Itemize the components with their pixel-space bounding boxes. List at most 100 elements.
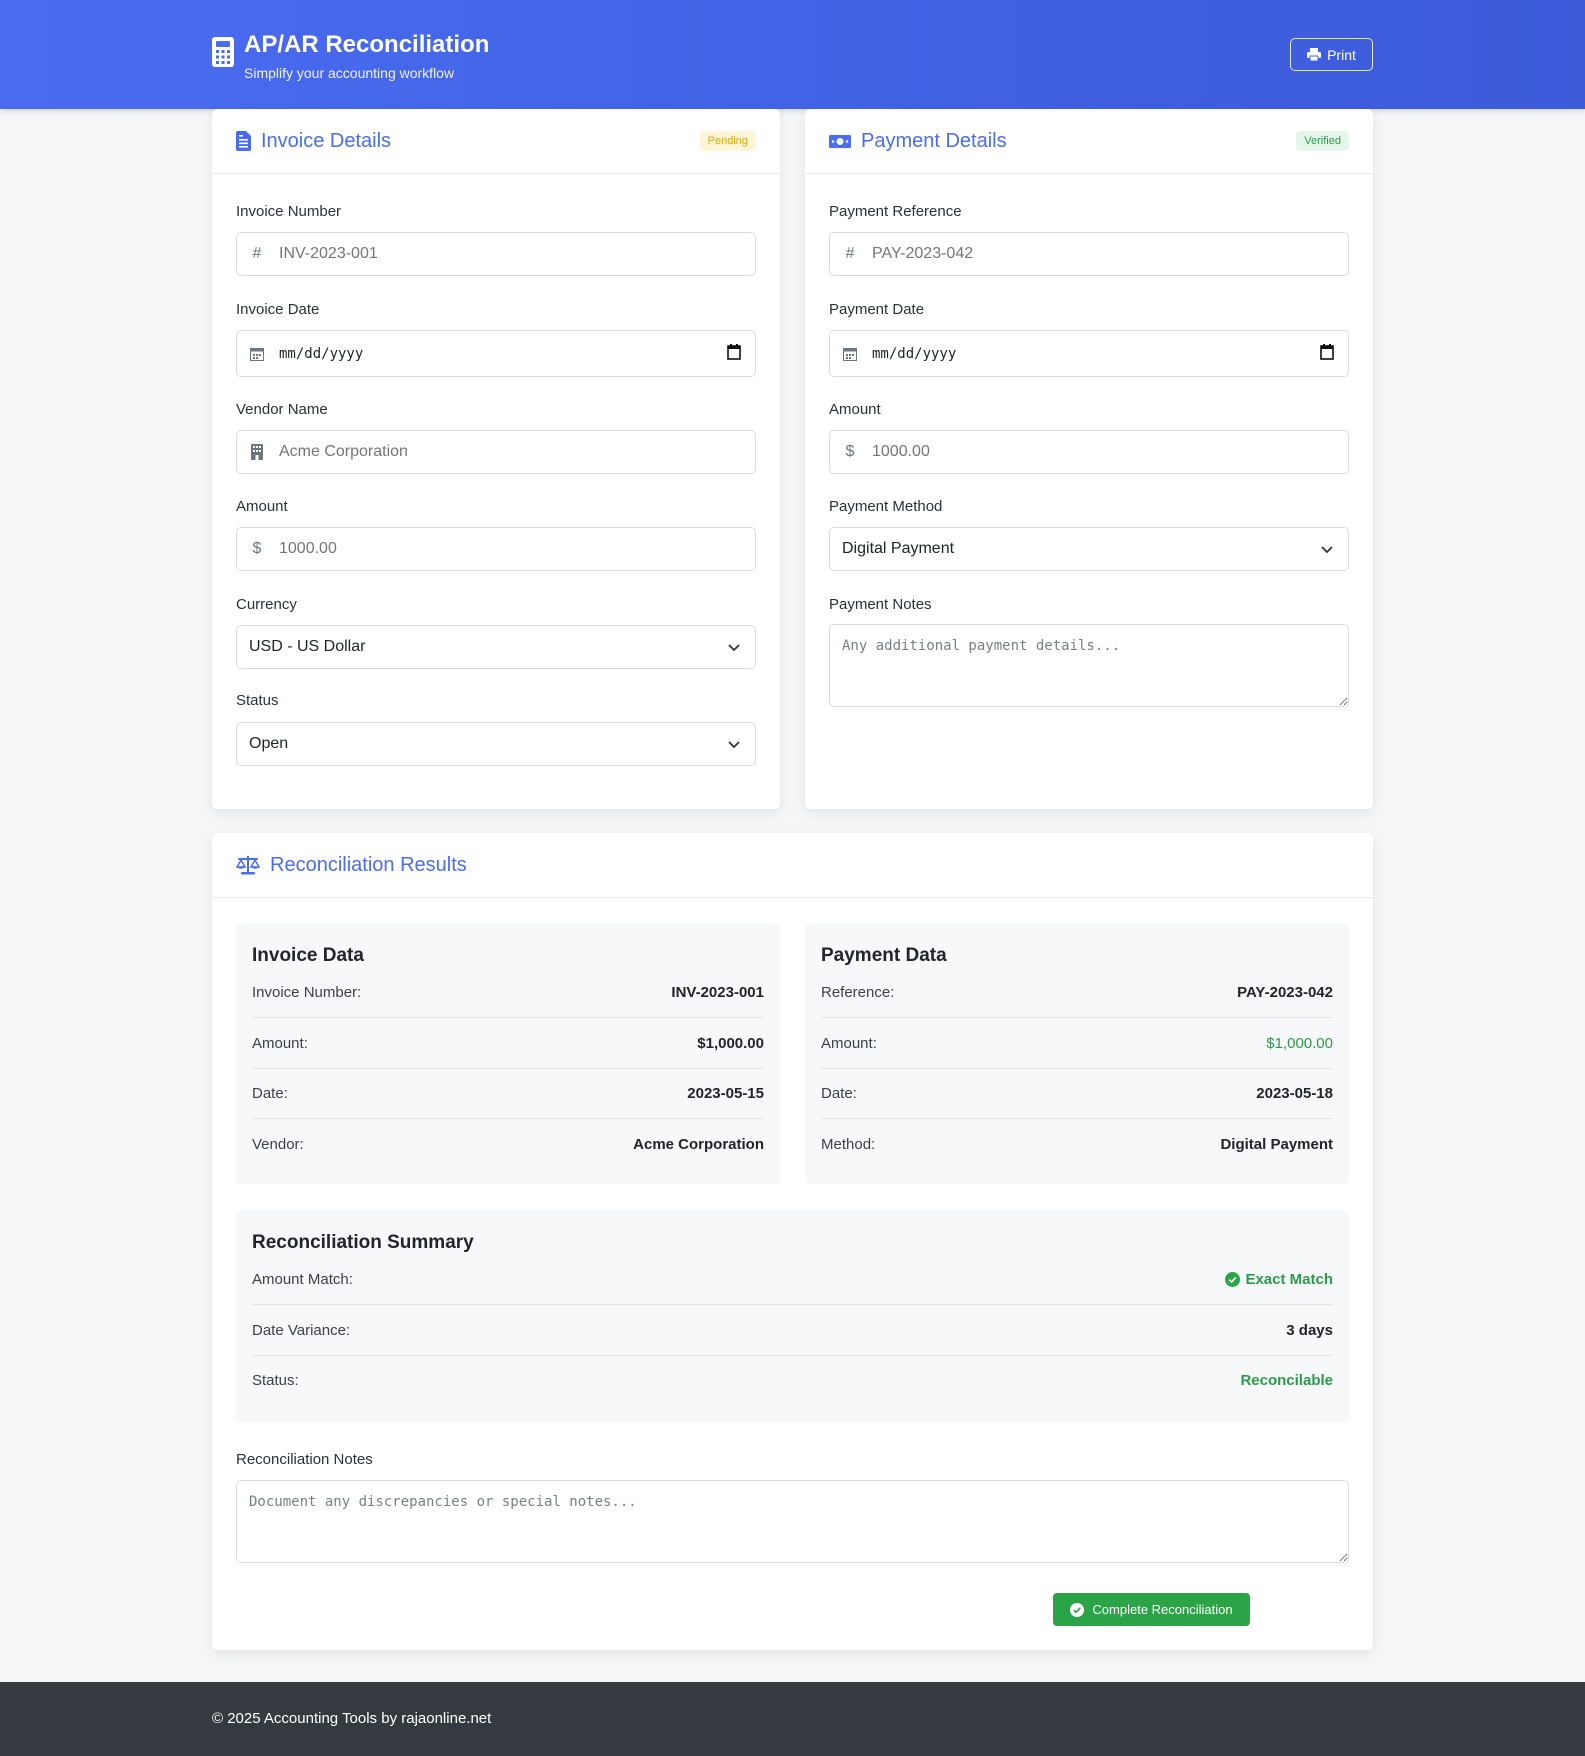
payment-date-input[interactable] [872,345,1312,362]
payment-date-field [829,330,1349,377]
row-key: Method: [821,1136,876,1153]
invoice-data-row: Invoice Number: INV-2023-001 [252,967,764,1018]
summary-row: Status: Reconcilable [252,1355,1333,1406]
invoice-number-field: # [236,232,756,276]
payment-data-row: Reference: PAY-2023-042 [821,967,1333,1018]
status-value: Open [249,735,289,752]
payment-card-header: Payment Details Verified [805,109,1373,174]
payment-reference-field: # [829,232,1349,276]
footer-text: © 2025 Accounting Tools by rajaonline.ne… [212,1710,492,1727]
hash-icon: # [845,245,855,262]
payment-method-label: Payment Method [829,498,943,515]
results-card-header: Reconciliation Results [212,833,1373,898]
vendor-name-field [236,430,756,474]
row-key: Date Variance: [252,1321,351,1339]
payment-method-select[interactable]: Digital Payment [829,527,1349,571]
complete-reconciliation-button[interactable]: Complete Reconciliation [1053,1593,1250,1626]
row-value: PAY-2023-042 [1237,983,1333,1001]
complete-reconciliation-label: Complete Reconciliation [1092,1602,1233,1617]
reconciliation-results-card: Reconciliation Results Invoice Data Invo… [212,833,1373,1650]
dollar-icon: $ [252,540,262,557]
chevron-down-icon [728,644,740,652]
status-select[interactable]: Open [236,722,756,766]
reconciliation-notes-textarea[interactable] [236,1480,1349,1563]
status-badge-verified: Verified [1296,131,1349,151]
payment-data-row: Amount: $1,000.00 [821,1018,1333,1069]
row-key: Amount Match: [252,1270,353,1288]
date-picker-icon[interactable] [1320,344,1334,360]
currency-label: Currency [236,596,297,613]
chevron-down-icon [1321,546,1333,554]
payment-method-value: Digital Payment [842,540,955,557]
row-value: 2023-05-15 [687,1084,764,1102]
app-header: AP/AR Reconciliation Simplify your accou… [0,0,1585,109]
results-card-title: Reconciliation Results [270,853,467,876]
payment-amount-label: Amount [829,401,881,418]
row-value: Reconcilable [1240,1372,1333,1389]
date-picker-icon[interactable] [727,344,741,360]
payment-amount-field: $ [829,430,1349,474]
payment-card-title: Payment Details [861,129,1007,152]
invoice-data-row: Vendor: Acme Corporation [252,1119,764,1170]
row-value: Exact Match [1225,1271,1333,1288]
vendor-name-input[interactable] [279,443,719,461]
payment-details-card: Payment Details Verified Payment Referen… [805,109,1373,809]
print-label: Print [1327,46,1356,63]
file-invoice-icon [236,131,251,151]
row-value: 2023-05-18 [1256,1084,1333,1102]
payment-data-title: Payment Data [821,945,947,966]
row-key: Date: [252,1084,288,1102]
currency-value: USD - US Dollar [249,638,366,655]
row-value: 3 days [1286,1321,1333,1339]
chevron-down-icon [728,741,740,749]
app-title: AP/AR Reconciliation [244,31,490,58]
balance-scale-icon [236,856,260,875]
app-subtitle: Simplify your accounting workflow [244,65,455,81]
payment-notes-textarea[interactable] [829,624,1349,707]
status-label: Status [236,692,279,709]
invoice-card-header: Invoice Details Pending [212,109,780,174]
money-bill-icon [829,135,851,148]
payment-data-row: Date: 2023-05-18 [821,1068,1333,1119]
invoice-date-field [236,330,756,377]
page-footer: © 2025 Accounting Tools by rajaonline.ne… [0,1682,1585,1756]
invoice-card-title: Invoice Details [261,129,392,152]
calendar-icon [842,347,858,361]
reconciliation-summary-panel: Reconciliation Summary Amount Match: Exa… [236,1210,1349,1423]
payment-data-row: Method: Digital Payment [821,1119,1333,1170]
check-circle-icon [1225,1271,1241,1287]
invoice-date-input[interactable] [279,345,719,362]
row-key: Reference: [821,983,895,1001]
row-value: $1,000.00 [1266,1034,1333,1052]
status-badge-pending: Pending [699,131,756,151]
row-value: Digital Payment [1220,1136,1333,1153]
invoice-number-input[interactable] [279,245,719,263]
brand: AP/AR Reconciliation Simplify your accou… [212,30,489,81]
payment-reference-label: Payment Reference [829,203,962,220]
row-key: Invoice Number: [252,983,362,1001]
summary-row: Amount Match: Exact Match [252,1254,1333,1305]
payment-date-label: Payment Date [829,301,925,318]
currency-select[interactable]: USD - US Dollar [236,625,756,669]
invoice-data-panel: Invoice Data Invoice Number: INV-2023-00… [236,923,780,1184]
amount-match-value: Exact Match [1245,1270,1333,1288]
invoice-data-row: Amount: $1,000.00 [252,1018,764,1069]
reconciliation-notes-label: Reconciliation Notes [236,1451,373,1468]
payment-amount-input[interactable] [872,443,1312,461]
payment-reference-input[interactable] [872,245,1312,263]
invoice-amount-input[interactable] [279,540,719,558]
invoice-details-card: Invoice Details Pending Invoice Number #… [212,109,780,809]
invoice-data-row: Date: 2023-05-15 [252,1068,764,1119]
summary-title: Reconciliation Summary [252,1232,474,1253]
summary-row: Date Variance: 3 days [252,1305,1333,1356]
row-value: $1,000.00 [697,1034,764,1052]
vendor-name-label: Vendor Name [236,401,328,418]
row-key: Amount: [821,1034,877,1052]
dollar-icon: $ [845,443,855,460]
print-button[interactable]: Print [1290,38,1373,71]
row-value: INV-2023-001 [671,983,764,1001]
invoice-amount-label: Amount [236,498,288,515]
check-circle-icon [1070,1602,1085,1617]
calculator-icon [212,37,234,67]
row-key: Amount: [252,1034,308,1052]
